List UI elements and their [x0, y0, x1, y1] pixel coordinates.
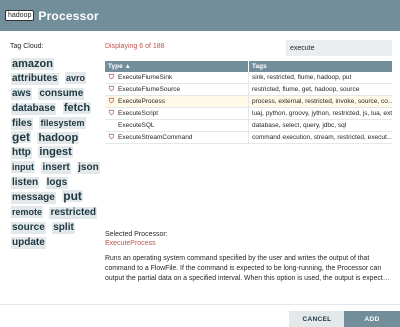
processor-type-name: ExecuteSQL [118, 122, 155, 129]
selected-processor-label: Selected Processor: [105, 231, 168, 238]
tag-json[interactable]: json [77, 162, 100, 174]
processor-type-name: ExecuteFlumeSource [118, 86, 181, 93]
cell-type: ⛉ ExecuteFlumeSink [105, 72, 249, 83]
restricted-shield-icon: ⛉ [108, 73, 115, 81]
selected-processor-description: Runs an operating system command specifi… [105, 255, 390, 282]
tag-get[interactable]: get [11, 131, 31, 143]
table-row[interactable]: ⛉ ExecuteFlumeSource restricted, flume, ge… [105, 84, 392, 96]
cell-type: ⛉ ExecuteProcess [105, 96, 249, 107]
dialog-footer-divider [0, 304, 400, 305]
tag-logs[interactable]: logs [45, 177, 69, 189]
tag-files[interactable]: files [11, 118, 34, 130]
restricted-shield-icon: ⛉ [108, 97, 115, 105]
table-row[interactable]: ⛉ ExecuteProcess process, external, restri… [105, 96, 392, 108]
hadoop-logo: hadoop [5, 10, 35, 21]
tag-source[interactable]: source [11, 222, 46, 234]
cell-tags: command execution, stream, restricted, e… [252, 134, 392, 141]
cell-tags: database, select, query, jdbc, sql [252, 122, 347, 129]
column-header-type[interactable]: Type ▲ [105, 61, 249, 72]
cell-tags: sink, restricted, flume, hadoop, put [252, 74, 352, 81]
table-row[interactable]: ⛉ ExecuteStreamCommand command execution, … [105, 132, 392, 144]
tag-message[interactable]: message [11, 192, 56, 204]
tag-amazon[interactable]: amazon [11, 58, 54, 70]
table-header: Type ▲ Tags [105, 61, 392, 72]
tag-update[interactable]: update [11, 237, 46, 249]
cell-tags: luaj, python, groovy, jython, restricted… [252, 110, 392, 117]
selected-processor-name: ExecuteProcess [105, 240, 156, 247]
cell-type: ⛉ ExecuteStreamCommand [105, 132, 249, 143]
tag-cloud: amazon attributes avro aws consume datab… [11, 57, 103, 250]
table-row[interactable]: ExecuteSQL database, select, query, jdbc,… [105, 120, 392, 132]
displaying-count: Displaying 6 of 188 [105, 43, 165, 50]
tag-http[interactable]: http [11, 147, 32, 159]
cell-type: ⛉ ExecuteScript [105, 108, 249, 119]
tag-database[interactable]: database [11, 103, 57, 115]
add-processor-dialog: hadoop Processor Tag Cloud: amazon attri… [0, 0, 400, 327]
tag-split[interactable]: split [52, 222, 75, 234]
cell-type: ⛉ ExecuteFlumeSource [105, 84, 249, 95]
tag-aws[interactable]: aws [11, 88, 32, 100]
tag-attributes[interactable]: attributes [11, 73, 59, 85]
tag-consume[interactable]: consume [38, 88, 85, 100]
column-header-tags[interactable]: Tags [249, 61, 392, 72]
tag-restricted[interactable]: restricted [49, 207, 98, 219]
tag-remote[interactable]: remote [11, 206, 44, 218]
table-row[interactable]: ⛉ ExecuteFlumeSink sink, restricted, flume… [105, 72, 392, 84]
cell-type: ExecuteSQL [105, 120, 249, 131]
tag-insert[interactable]: insert [41, 162, 71, 174]
tag-cloud-label: Tag Cloud: [10, 43, 44, 50]
tag-fetch[interactable]: fetch [62, 102, 92, 114]
processor-type-name: ExecuteFlumeSink [118, 74, 173, 81]
cancel-button[interactable]: CANCEL [289, 311, 345, 327]
add-button[interactable]: ADD [344, 311, 400, 327]
dialog-header: hadoop Processor [0, 0, 400, 31]
tag-input[interactable]: input [11, 161, 35, 173]
processor-type-name: ExecuteProcess [118, 98, 165, 105]
cell-tags: process, external, restricted, invoke, s… [252, 98, 392, 105]
tag-avro[interactable]: avro [65, 72, 87, 84]
restricted-shield-icon: ⛉ [108, 133, 115, 141]
restricted-shield-icon: ⛉ [108, 85, 115, 93]
tag-filesystem[interactable]: filesystem [39, 117, 86, 129]
processor-filter-input[interactable]: execute [286, 40, 392, 56]
table-body: ⛉ ExecuteFlumeSink sink, restricted, flume… [105, 72, 392, 144]
dialog-title: Processor [38, 8, 99, 23]
processor-table: Type ▲ Tags ⛉ ExecuteFlumeSink sink, restr… [105, 61, 392, 144]
tag-ingest[interactable]: ingest [38, 146, 73, 158]
tag-put[interactable]: put [62, 190, 83, 202]
cell-tags: restricted, flume, get, hadoop, source [252, 86, 360, 93]
table-row[interactable]: ⛉ ExecuteScript luaj, python, groovy, jyth… [105, 108, 392, 120]
tag-listen[interactable]: listen [11, 177, 40, 189]
restricted-shield-icon: ⛉ [108, 109, 115, 117]
tag-hadoop[interactable]: hadoop [37, 132, 80, 144]
processor-type-name: ExecuteScript [118, 110, 159, 117]
processor-type-name: ExecuteStreamCommand [118, 134, 193, 141]
